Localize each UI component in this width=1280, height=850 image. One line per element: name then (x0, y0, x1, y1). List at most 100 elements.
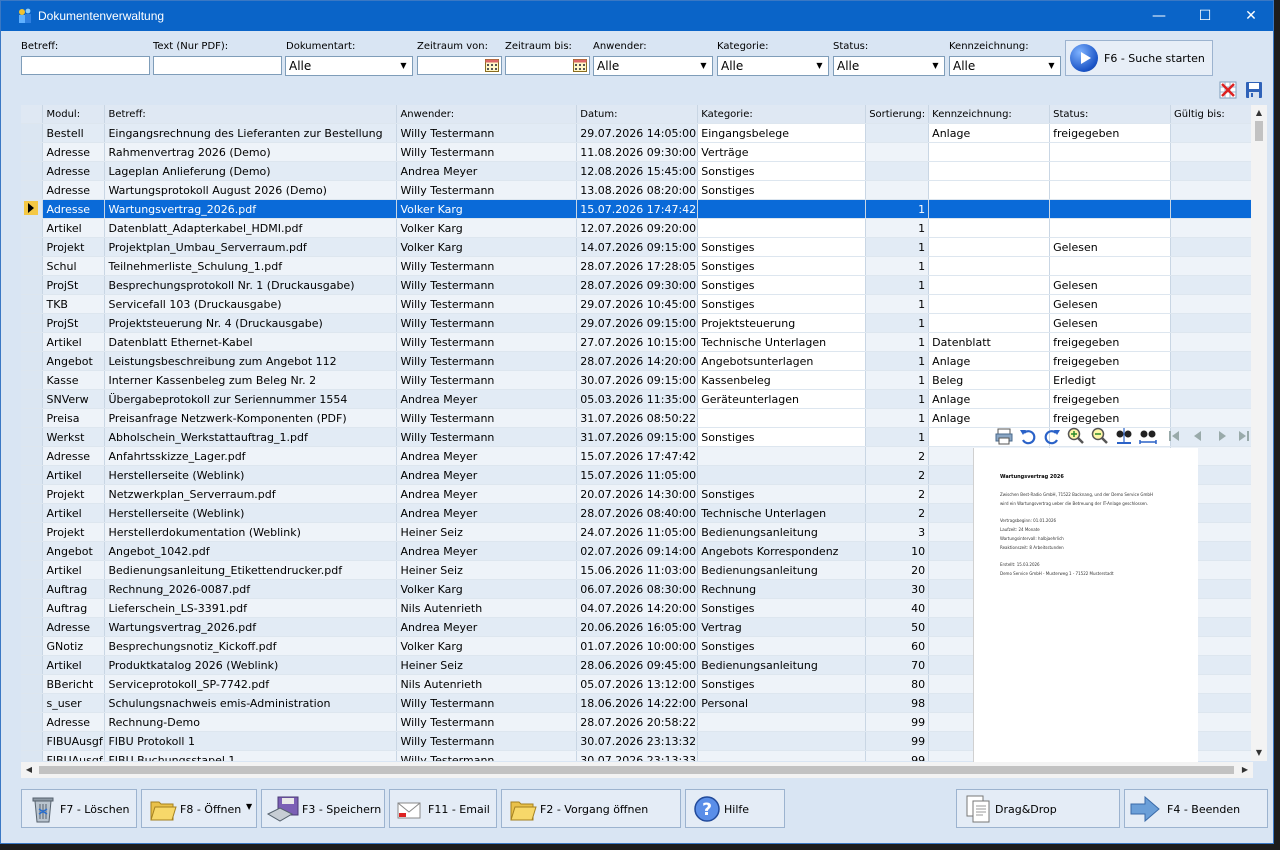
cell-anwender[interactable]: Andrea Meyer (396, 446, 578, 466)
cell-datum[interactable]: 28.07.2026 08:40:00 (576, 503, 699, 523)
cell-modul[interactable]: Adresse (42, 161, 106, 181)
cell-modul[interactable]: Artikel (42, 465, 106, 485)
cell-modul[interactable]: ProjSt (42, 275, 106, 295)
last-page-icon[interactable] (1234, 426, 1254, 446)
cell-modul[interactable]: Adresse (42, 199, 106, 219)
cell-status[interactable]: Gelesen (1049, 313, 1171, 333)
row-indicator[interactable] (21, 370, 44, 390)
cell-sortierung[interactable] (865, 142, 930, 162)
cell-kategorie[interactable]: Sonstiges (697, 294, 867, 314)
cell-betreff[interactable]: Herstellerdokumentation (Weblink) (104, 522, 398, 542)
cell-datum[interactable]: 15.06.2026 11:03:00 (576, 560, 699, 580)
table-row[interactable]: Projekt Projektplan_Umbau_Serverraum.pdf V… (21, 237, 1266, 257)
cell-status[interactable] (1049, 218, 1171, 238)
row-indicator[interactable] (21, 446, 44, 466)
cell-sortierung[interactable]: 1 (865, 408, 930, 428)
cell-kennzeichnung[interactable]: Anlage (928, 408, 1051, 428)
cell-kategorie[interactable]: Sonstiges (697, 275, 867, 295)
cell-modul[interactable]: ProjSt (42, 313, 106, 333)
cell-sortierung[interactable]: 80 (865, 674, 930, 694)
cell-anwender[interactable]: Volker Karg (396, 218, 578, 238)
cell-modul[interactable]: Adresse (42, 180, 106, 200)
cell-datum[interactable]: 30.07.2026 23:13:33 (576, 750, 699, 761)
cell-status[interactable]: freigegeben (1049, 389, 1171, 409)
cell-datum[interactable]: 01.07.2026 10:00:00 (576, 636, 699, 656)
kennzeichnung-select[interactable]: Alle ▼ (949, 56, 1061, 76)
calendar-icon[interactable] (485, 59, 499, 72)
delete-button[interactable]: F7 - Löschen (21, 789, 137, 828)
cell-betreff[interactable]: Serviceprotokoll_SP-7742.pdf (104, 674, 398, 694)
cell-kategorie[interactable] (697, 446, 867, 466)
cell-modul[interactable]: Artikel (42, 655, 106, 675)
status-select[interactable]: Alle ▼ (833, 56, 945, 76)
cell-sortierung[interactable]: 1 (865, 218, 930, 238)
cell-anwender[interactable]: Willy Testermann (396, 427, 578, 447)
cell-betreff[interactable]: Rechnung-Demo (104, 712, 398, 732)
row-indicator[interactable] (21, 655, 44, 675)
cell-sortierung[interactable]: 99 (865, 712, 930, 732)
save-layout-icon[interactable] (1245, 81, 1263, 99)
cell-sortierung[interactable]: 1 (865, 351, 930, 371)
row-indicator[interactable] (21, 275, 44, 295)
cell-modul[interactable]: Projekt (42, 522, 106, 542)
cell-kennzeichnung[interactable]: Beleg (928, 370, 1051, 390)
cell-modul[interactable]: Projekt (42, 237, 106, 257)
cell-betreff[interactable]: Bedienungsanleitung_Etikettendrucker.pdf (104, 560, 398, 580)
cell-betreff[interactable]: Abholschein_Werkstattauftrag_1.pdf (104, 427, 398, 447)
cell-kategorie[interactable]: Rechnung (697, 579, 867, 599)
cell-kategorie[interactable] (697, 218, 867, 238)
hscroll-thumb[interactable] (39, 766, 1234, 774)
cell-status[interactable]: freigegeben (1049, 408, 1171, 428)
row-indicator[interactable] (21, 693, 44, 713)
cell-kategorie[interactable]: Sonstiges (697, 161, 867, 181)
cell-kategorie[interactable]: Technische Unterlagen (697, 332, 867, 352)
row-indicator[interactable] (21, 427, 44, 447)
cell-kennzeichnung[interactable] (928, 237, 1051, 257)
rotate-right-icon[interactable] (1042, 426, 1062, 446)
cell-status[interactable] (1049, 180, 1171, 200)
cell-kennzeichnung[interactable] (928, 313, 1051, 333)
cell-betreff[interactable]: FIBU Buchungsstapel 1 (104, 750, 398, 761)
cell-sortierung[interactable]: 3 (865, 522, 930, 542)
cell-kategorie[interactable]: Geräteunterlagen (697, 389, 867, 409)
table-row[interactable]: Bestell Eingangsrechnung des Lieferanten … (21, 123, 1266, 143)
cell-betreff[interactable]: Schulungsnachweis emis-Administration (104, 693, 398, 713)
cell-status[interactable]: freigegeben (1049, 332, 1171, 352)
first-page-icon[interactable] (1164, 426, 1184, 446)
betreff-input[interactable] (21, 56, 150, 75)
open-process-button[interactable]: F2 - Vorgang öffnen (501, 789, 681, 828)
cell-betreff[interactable]: FIBU Protokoll 1 (104, 731, 398, 751)
cell-kategorie[interactable]: Sonstiges (697, 598, 867, 618)
cell-sortierung[interactable] (865, 123, 930, 143)
cell-datum[interactable]: 28.07.2026 20:58:22 (576, 712, 699, 732)
cell-anwender[interactable]: Volker Karg (396, 199, 578, 219)
cell-datum[interactable]: 04.07.2026 14:20:00 (576, 598, 699, 618)
cell-modul[interactable]: FIBUAusgf (42, 750, 106, 761)
cell-betreff[interactable]: Angebot_1042.pdf (104, 541, 398, 561)
cell-anwender[interactable]: Volker Karg (396, 237, 578, 257)
drag-drop-button[interactable]: Drag&Drop (956, 789, 1120, 828)
cell-kennzeichnung[interactable] (928, 256, 1051, 276)
zoom-out-icon[interactable] (1090, 426, 1110, 446)
cell-betreff[interactable]: Projektsteuerung Nr. 4 (Druckausgabe) (104, 313, 398, 333)
dokumentart-select[interactable]: Alle ▼ (285, 56, 413, 76)
cell-kategorie[interactable]: Bedienungsanleitung (697, 655, 867, 675)
row-indicator[interactable] (21, 123, 44, 143)
cell-sortierung[interactable]: 99 (865, 731, 930, 751)
row-indicator[interactable] (21, 484, 44, 504)
cell-sortierung[interactable]: 1 (865, 275, 930, 295)
search-start-button[interactable]: F6 - Suche starten (1065, 40, 1213, 76)
row-indicator[interactable] (21, 465, 44, 485)
cell-kategorie[interactable]: Angebots Korrespondenz (697, 541, 867, 561)
cell-anwender[interactable]: Volker Karg (396, 636, 578, 656)
cell-anwender[interactable]: Nils Autenrieth (396, 598, 578, 618)
reset-layout-icon[interactable] (1219, 81, 1237, 99)
cell-sortierung[interactable]: 1 (865, 332, 930, 352)
cell-sortierung[interactable]: 99 (865, 750, 930, 761)
cell-anwender[interactable]: Willy Testermann (396, 693, 578, 713)
cell-kategorie[interactable]: Eingangsbelege (697, 123, 867, 143)
chevron-down-icon[interactable]: ▼ (810, 57, 828, 75)
col-header-kategorie[interactable]: Kategorie: (697, 105, 867, 124)
cell-betreff[interactable]: Wartungsvertrag_2026.pdf (104, 617, 398, 637)
previous-page-icon[interactable] (1188, 426, 1208, 446)
